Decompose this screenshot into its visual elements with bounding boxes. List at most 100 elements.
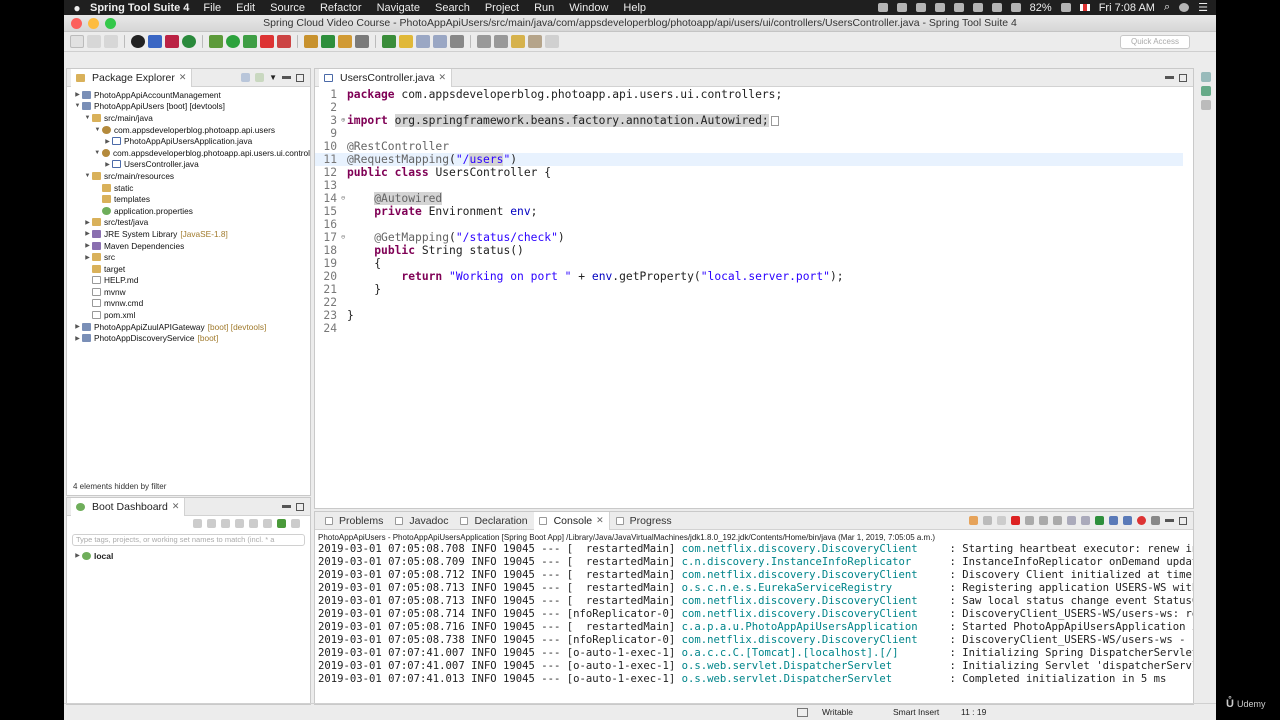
code-line[interactable]: 2 <box>315 101 1183 114</box>
tree-node[interactable]: ▼ com.appsdeveloperblog.photoapp.api.user… <box>67 147 310 159</box>
tree-node[interactable]: ▶ UsersController.java <box>67 159 310 171</box>
close-icon[interactable]: ✕ <box>439 72 447 83</box>
minimize-icon[interactable] <box>1165 76 1174 79</box>
code-line[interactable]: 17 ⊖ @GetMapping("/status/check") <box>315 231 1183 244</box>
menu-project[interactable]: Project <box>485 2 519 14</box>
code-line[interactable]: 20 return "Working on port " + env.getPr… <box>315 270 1183 283</box>
code-line[interactable]: 1 package com.appsdeveloperblog.photoapp.… <box>315 88 1183 101</box>
pin-icon[interactable] <box>969 516 978 525</box>
apple-icon[interactable]: ● <box>64 1 90 15</box>
app-menu[interactable]: Spring Tool Suite 4 <box>90 2 189 14</box>
close-icon[interactable]: ✕ <box>179 72 187 83</box>
tree-node[interactable]: application.properties <box>67 205 310 217</box>
pin-console-icon[interactable] <box>1095 516 1104 525</box>
stop-icon[interactable] <box>221 519 230 528</box>
tree-node[interactable]: ▼ com.appsdeveloperblog.photoapp.api.user… <box>67 124 310 136</box>
start-icon[interactable] <box>193 519 202 528</box>
collapse-icon[interactable]: ▼ <box>93 150 102 156</box>
spotlight-icon[interactable]: ⌕ <box>1164 1 1170 14</box>
code-line[interactable]: 10 @RestController <box>315 140 1183 153</box>
code-line[interactable]: 15 private Environment env; <box>315 205 1183 218</box>
code-line[interactable]: 24 <box>315 322 1183 335</box>
clear-console-icon[interactable] <box>1025 516 1034 525</box>
tab-problems[interactable]: Problems <box>319 515 389 527</box>
status-icon[interactable] <box>896 3 907 12</box>
tree-node[interactable]: ▶ Maven Dependencies <box>67 240 310 252</box>
notification-center-icon[interactable]: ☰ <box>1198 1 1208 14</box>
tab-console[interactable]: Console ✕ <box>533 511 610 530</box>
tab-boot-dashboard[interactable]: Boot Dashboard ✕ <box>71 497 186 516</box>
open-task-icon[interactable] <box>338 35 352 48</box>
volume-icon[interactable] <box>991 3 1002 12</box>
log-logger-link[interactable]: o.s.web.servlet.DispatcherServlet <box>682 660 944 672</box>
collapse-icon[interactable]: ▼ <box>83 173 92 179</box>
show-whitespace-icon[interactable] <box>450 35 464 48</box>
expand-icon[interactable]: ▶ <box>73 91 82 98</box>
zoom-window-button[interactable] <box>105 17 116 29</box>
expand-icon[interactable]: ▶ <box>103 138 112 145</box>
terminate-icon[interactable] <box>1011 516 1020 525</box>
menu-refactor[interactable]: Refactor <box>320 2 362 14</box>
log-logger-link[interactable]: c.a.p.a.u.PhotoAppApiUsersApplication <box>682 621 944 633</box>
expand-icon[interactable]: ▶ <box>103 161 112 168</box>
minimize-icon[interactable] <box>282 505 291 508</box>
folded-region-icon[interactable] <box>770 116 779 126</box>
status-icon[interactable] <box>934 3 945 12</box>
tree-node[interactable]: pom.xml <box>67 309 310 321</box>
open-console-icon[interactable] <box>1123 516 1132 525</box>
minimize-icon[interactable] <box>1165 519 1174 522</box>
battery-percent[interactable]: 82% <box>1030 2 1052 14</box>
log-logger-link[interactable]: com.netflix.discovery.DiscoveryClient <box>682 543 944 555</box>
debug-run-icon[interactable] <box>209 35 223 48</box>
boot-dashboard-icon[interactable] <box>131 35 145 48</box>
code-line[interactable]: 14 ⊖ @Autowired <box>315 192 1183 205</box>
view-menu-icon[interactable] <box>291 519 300 528</box>
tree-node[interactable]: mvnw <box>67 286 310 298</box>
debug-icon[interactable] <box>182 35 196 48</box>
outline-icon[interactable] <box>1201 100 1211 110</box>
tab-progress[interactable]: Progress <box>610 515 678 527</box>
status-icon[interactable] <box>915 3 926 12</box>
log-logger-link[interactable]: o.s.c.n.e.s.EurekaServiceRegistry <box>682 582 944 594</box>
display-console-icon[interactable] <box>1109 516 1118 525</box>
menu-navigate[interactable]: Navigate <box>377 2 420 14</box>
last-edit-icon[interactable] <box>511 35 525 48</box>
tree-node-local[interactable]: ▶ local <box>67 550 310 562</box>
log-logger-link[interactable]: c.n.discovery.InstanceInfoReplicator <box>682 556 944 568</box>
log-logger-link[interactable]: o.s.web.servlet.DispatcherServlet <box>682 673 944 685</box>
save-all-icon[interactable] <box>104 35 118 48</box>
expand-icon[interactable]: ▶ <box>83 219 92 226</box>
log-logger-link[interactable]: o.a.c.c.C.[Tomcat].[localhost].[/] <box>682 647 944 659</box>
code-line[interactable]: 18 public String status() <box>315 244 1183 257</box>
tree-node[interactable]: target <box>67 263 310 275</box>
view-menu-icon[interactable]: ▼ <box>269 73 277 82</box>
bluetooth-icon[interactable] <box>972 3 983 12</box>
expand-icon[interactable]: ▶ <box>73 323 82 330</box>
log-logger-link[interactable]: com.netflix.discovery.DiscoveryClient <box>682 569 944 581</box>
code-line[interactable]: 11 @RequestMapping("/users") <box>315 153 1183 166</box>
boot-filter-input[interactable]: Type tags, projects, or working set name… <box>72 534 305 546</box>
tree-node[interactable]: HELP.md <box>67 275 310 287</box>
menu-clock[interactable]: Fri 7:08 AM <box>1099 2 1155 14</box>
expand-icon[interactable]: ▶ <box>83 254 92 261</box>
menu-search[interactable]: Search <box>435 2 470 14</box>
code-line[interactable]: 22 <box>315 296 1183 309</box>
expand-icon[interactable]: ▶ <box>73 552 82 559</box>
scroll-lock-icon[interactable] <box>1039 516 1048 525</box>
code-line[interactable]: 21 } <box>315 283 1183 296</box>
tab-users-controller[interactable]: UsersController.java ✕ <box>319 68 453 87</box>
properties-icon[interactable] <box>263 519 272 528</box>
open-perspective-icon[interactable] <box>1201 72 1211 82</box>
tab-declaration[interactable]: Declaration <box>454 515 533 527</box>
time-machine-icon[interactable] <box>953 3 964 12</box>
battery-icon[interactable] <box>1060 3 1071 12</box>
status-bar-icon[interactable] <box>797 707 808 717</box>
external-tools-icon[interactable] <box>277 35 291 48</box>
tree-node[interactable]: ▶ JRE System Library [JavaSE-1.8] <box>67 228 310 240</box>
expand-icon[interactable]: ▶ <box>83 230 92 237</box>
menu-run[interactable]: Run <box>534 2 554 14</box>
status-icon[interactable] <box>877 3 888 12</box>
tree-node[interactable]: ▶ src <box>67 251 310 263</box>
tree-node[interactable]: ▼ src/main/java <box>67 112 310 124</box>
close-icon[interactable]: ✕ <box>172 501 180 512</box>
